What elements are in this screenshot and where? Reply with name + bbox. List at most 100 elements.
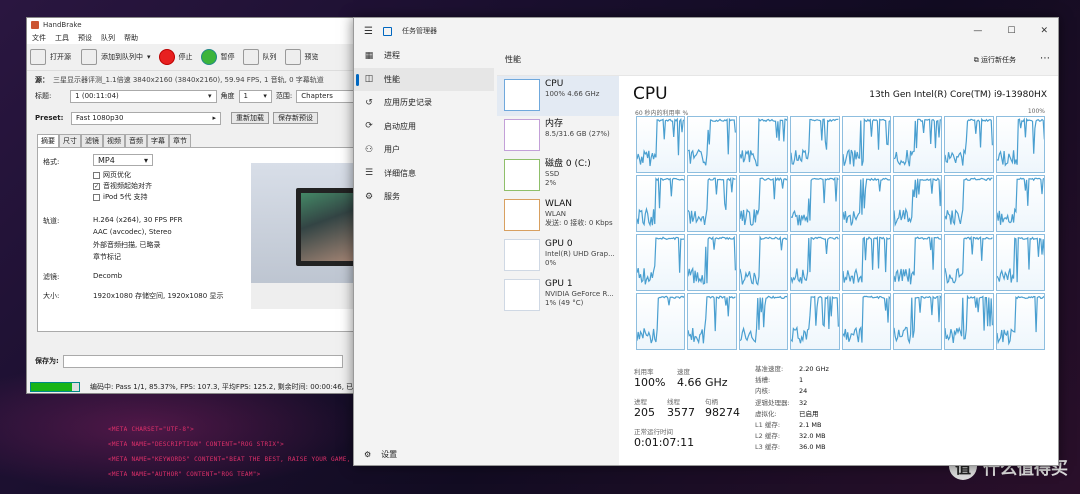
resource-name: WLAN (545, 199, 573, 209)
queue-button[interactable]: 队列 (263, 52, 277, 62)
menu-help[interactable]: 帮助 (124, 33, 138, 43)
queue-icon[interactable] (242, 49, 259, 65)
core-graph (738, 293, 789, 350)
minimize-icon[interactable]: — (973, 26, 982, 36)
resource-item-cpu[interactable]: CPU 100% 4.66 GHz (497, 76, 619, 116)
run-new-task-button[interactable]: ⧉ 运行新任务 (974, 55, 1016, 65)
sidebar-item-startup[interactable]: ⟳ 启动应用 (354, 115, 494, 139)
resource-detail: 2% (545, 179, 557, 187)
save-preset-button[interactable]: 保存新预设 (273, 112, 318, 124)
resource-name: CPU (545, 79, 564, 89)
tab-chapters[interactable]: 章节 (169, 134, 191, 147)
maximize-icon[interactable]: ☐ (1007, 26, 1015, 36)
open-source-button[interactable]: 打开源 (50, 52, 71, 62)
web-optimize-label: 网页优化 (103, 171, 131, 179)
sidebar-item-label: 进程 (384, 51, 400, 61)
spec-label: L3 缓存: (755, 443, 781, 452)
resource-item-gpu0[interactable]: GPU 0 Intel(R) UHD Grap... 0% (497, 236, 619, 276)
sidebar-item-label: 详细信息 (384, 168, 416, 178)
align-av-checkbox[interactable]: ✓ 音视频起始对齐 (93, 181, 152, 191)
stat-speed: 4.66 GHz (677, 376, 728, 389)
settings-button[interactable]: ⚙ 设置 (364, 449, 397, 460)
menu-queue[interactable]: 队列 (101, 33, 115, 43)
preset-select[interactable]: Fast 1080p30 ▸ (71, 111, 221, 125)
more-options-icon[interactable]: ⋯ (1040, 53, 1050, 64)
resource-item-wlan[interactable]: WLAN WLAN 发送: 0 接收: 0 Kbps (497, 196, 619, 236)
tab-filters[interactable]: 滤镜 (81, 134, 103, 147)
stop-icon[interactable] (158, 49, 175, 65)
settings-tabs: 摘要 尺寸 滤镜 视频 音频 字幕 章节 (37, 134, 355, 147)
chevron-down-icon[interactable]: ▾ (147, 53, 151, 61)
core-graph (995, 234, 1045, 291)
track-item: 外部音频扫描, 已略录 (93, 241, 161, 249)
resource-detail: 8.5/31.6 GB (27%) (545, 130, 610, 138)
core-graph (687, 234, 737, 291)
reload-button[interactable]: 重新加载 (231, 112, 269, 124)
menu-tools[interactable]: 工具 (55, 33, 69, 43)
resource-detail: 100% 4.66 GHz (545, 90, 600, 98)
spec-label: 内核: (755, 387, 771, 396)
spec-label: 基准速度: (755, 365, 784, 373)
core-graph (790, 175, 840, 232)
status-bar: 编码中: Pass 1/1, 85.37%, FPS: 107.3, 平均FPS… (27, 378, 355, 393)
sidebar-item-performance[interactable]: ◫ 性能 (354, 67, 494, 91)
preset-label: Preset: (35, 114, 64, 122)
task-manager-titlebar: ☰ 任务管理器 — ☐ ✕ (354, 18, 1058, 44)
resource-detail: Intel(R) UHD Grap... (545, 250, 615, 258)
ipod-checkbox[interactable]: iPod 5代 支持 (93, 192, 148, 202)
resource-name: GPU 0 (545, 239, 573, 249)
title-select[interactable]: 1 (00:11:04) ▾ (70, 89, 217, 103)
web-optimize-checkbox[interactable]: 网页优化 (93, 170, 131, 180)
resource-item-gpu1[interactable]: GPU 1 NVIDIA GeForce R... 1% (49 °C) (497, 276, 619, 316)
spec-value: 2.20 GHz (799, 365, 829, 373)
tab-subtitles[interactable]: 字幕 (147, 134, 169, 147)
checkbox-icon (93, 171, 100, 179)
core-graph (636, 175, 686, 232)
tab-audio[interactable]: 音频 (125, 134, 147, 147)
add-to-queue-button[interactable]: 添加到队列中 (101, 52, 143, 62)
hamburger-menu-icon[interactable]: ☰ (364, 26, 373, 37)
cpu-sparkline (504, 79, 540, 111)
open-source-icon[interactable] (30, 49, 46, 65)
core-graph (790, 293, 840, 350)
menu-presets[interactable]: 预设 (78, 33, 92, 43)
stat-handles: 98274 (705, 406, 740, 419)
resource-item-memory[interactable]: 内存 8.5/31.6 GB (27%) (497, 116, 619, 156)
sidebar-item-processes[interactable]: ▦ 进程 (354, 44, 494, 68)
toolbar: 打开源 添加到队列中 ▾ 停止 暂停 队列 预览 (27, 44, 355, 71)
pause-icon[interactable] (200, 49, 217, 65)
angle-select[interactable]: 1 ▾ (238, 89, 272, 103)
spec-label: L2 缓存: (755, 432, 781, 441)
startup-icon: ⟳ (365, 121, 373, 132)
tab-dimensions[interactable]: 尺寸 (59, 134, 81, 147)
chevron-down-icon: ▾ (208, 92, 212, 100)
sidebar-item-details[interactable]: ☰ 详细信息 (354, 162, 494, 186)
preview-icon[interactable] (284, 49, 301, 65)
menu-file[interactable]: 文件 (32, 33, 46, 43)
resource-list: CPU 100% 4.66 GHz 内存 8.5/31.6 GB (27%) 磁盘 … (497, 76, 619, 465)
chevron-right-icon: ▸ (212, 114, 216, 122)
pause-button[interactable]: 暂停 (221, 52, 235, 62)
tab-summary[interactable]: 摘要 (37, 134, 59, 147)
preview-button[interactable]: 预览 (305, 52, 319, 62)
format-select[interactable]: MP4 ▾ (93, 154, 153, 166)
resource-item-disk[interactable]: 磁盘 0 (C:) SSD 2% (497, 156, 619, 196)
add-queue-icon[interactable] (81, 49, 97, 65)
sidebar-item-users[interactable]: ⚇ 用户 (354, 138, 494, 162)
core-graph (944, 116, 994, 173)
filters-value: Decomb (93, 272, 123, 280)
code-line: <META NAME="AUTHOR" CONTENT="ROG TEAM"> (108, 471, 261, 478)
tab-video[interactable]: 视频 (103, 134, 125, 147)
preview-screen (301, 193, 355, 261)
run-task-icon: ⧉ (973, 55, 979, 64)
save-as-input[interactable] (62, 354, 343, 368)
save-as-label: 保存为: (35, 357, 59, 365)
cpu-heading: CPU (633, 84, 668, 104)
sidebar-item-services[interactable]: ⚙ 服务 (354, 185, 494, 209)
code-line: <META NAME="DESCRIPTION" CONTENT="ROG ST… (108, 441, 285, 448)
stat-label: 利用率 (634, 368, 654, 376)
sidebar-item-app-history[interactable]: ↺ 应用历史记录 (354, 91, 494, 115)
range-select[interactable]: Chapters (296, 89, 355, 103)
stop-button[interactable]: 停止 (179, 52, 193, 62)
close-icon[interactable]: ✕ (1040, 26, 1048, 36)
